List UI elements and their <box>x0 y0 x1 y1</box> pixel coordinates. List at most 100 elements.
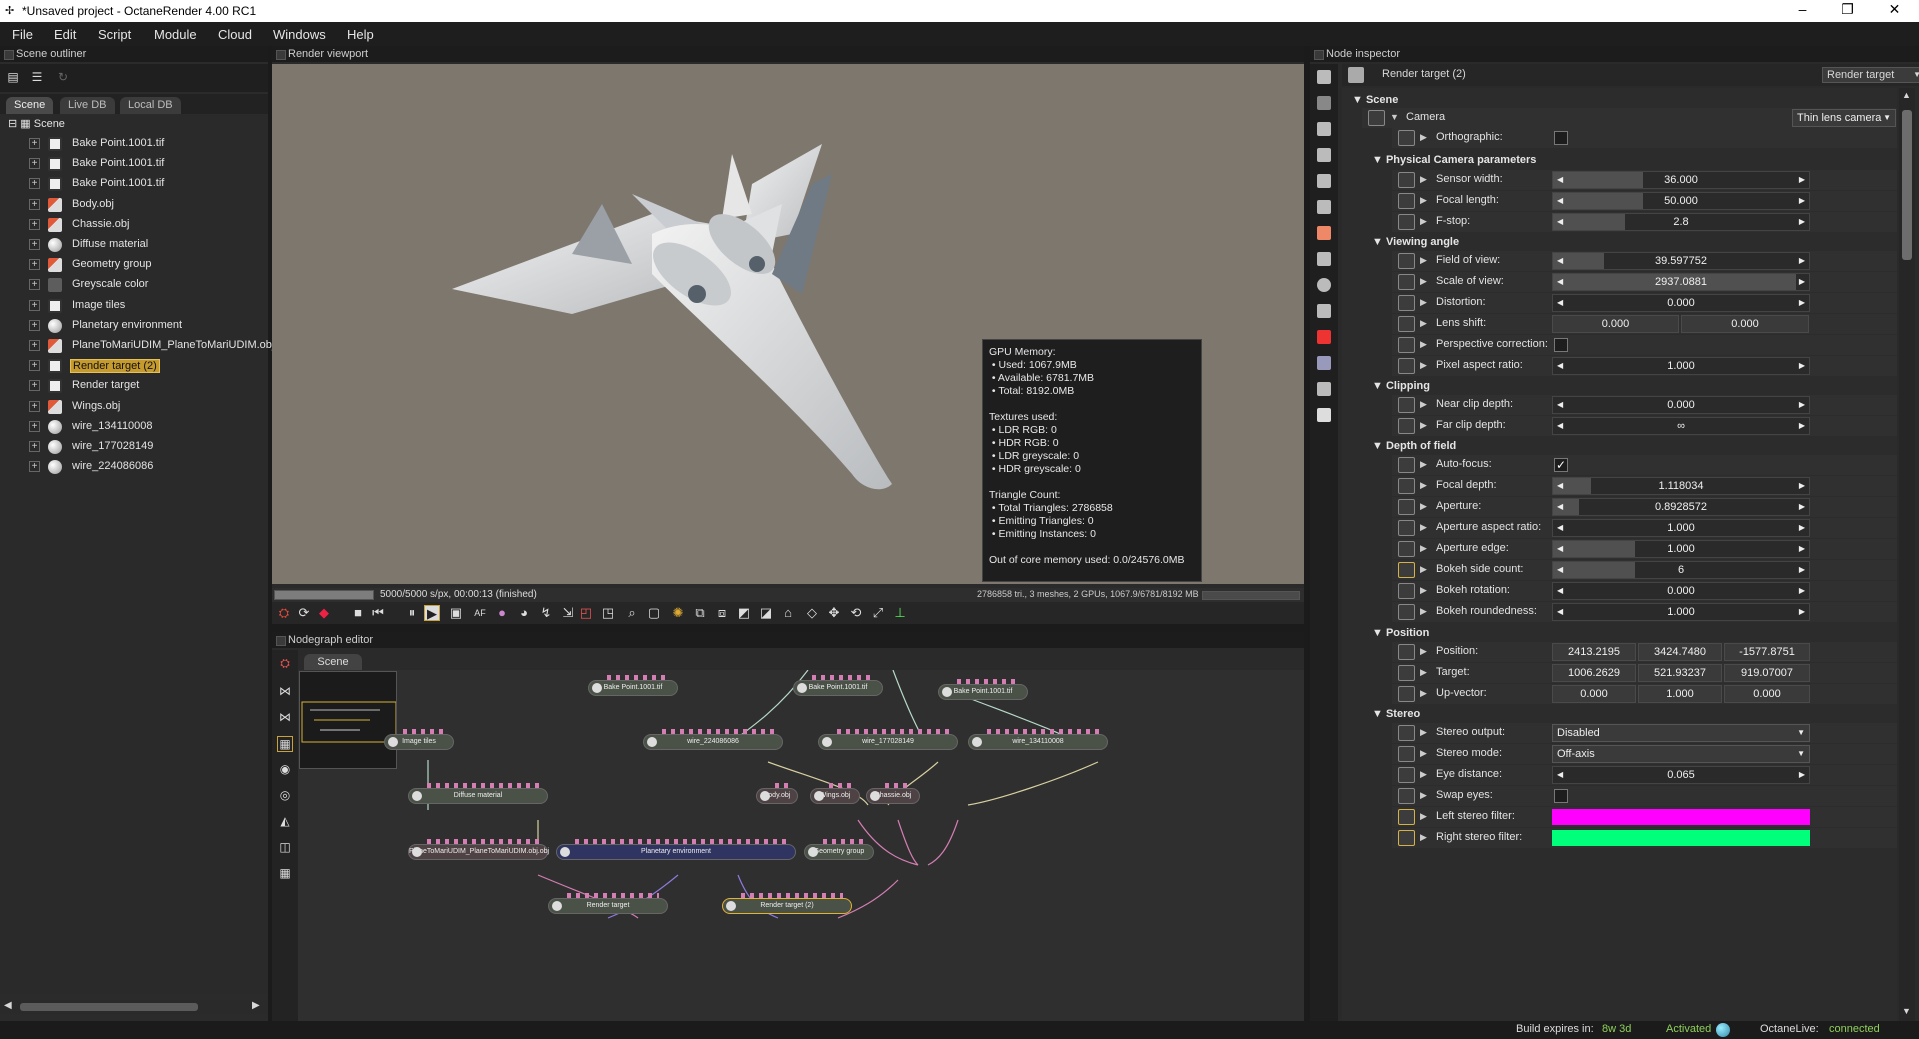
tree-item[interactable]: + Chassie.obj <box>0 215 268 235</box>
expand-icon[interactable]: ▶ <box>1420 811 1427 822</box>
rotate-icon[interactable]: ⟲ <box>848 605 864 621</box>
graph-node[interactable]: Diffuse material <box>408 783 548 804</box>
pause-icon[interactable]: ⏸ <box>404 605 420 621</box>
value-slider[interactable]: ◀ 2.8 ▶ <box>1552 213 1810 231</box>
menu-help[interactable]: Help <box>347 27 374 42</box>
menu-edit[interactable]: Edit <box>54 27 76 42</box>
node-input-pins[interactable] <box>823 839 865 844</box>
expand-icon[interactable]: ▶ <box>1420 832 1427 843</box>
graph-node[interactable]: wire_177028149 <box>818 729 958 750</box>
decrement-icon[interactable]: ◀ <box>1557 767 1563 783</box>
tree-item[interactable]: + Render target (2) <box>0 356 268 376</box>
expand-icon[interactable]: + <box>29 420 40 432</box>
decrement-icon[interactable]: ◀ <box>1557 478 1563 494</box>
af-icon[interactable]: AF <box>472 605 488 621</box>
decrement-icon[interactable]: ◀ <box>1557 193 1563 209</box>
pin-type-icon[interactable] <box>1398 214 1415 230</box>
decrement-icon[interactable]: ◀ <box>1557 418 1563 434</box>
increment-icon[interactable]: ▶ <box>1799 397 1805 413</box>
value-slider[interactable]: ◀ 0.000 ▶ <box>1552 396 1810 414</box>
render-layer-icon[interactable] <box>1317 330 1331 344</box>
expand-icon[interactable]: ▶ <box>1420 399 1427 410</box>
value-z-field[interactable]: -1577.8751 <box>1724 643 1810 661</box>
close-button[interactable]: ✕ <box>1872 1 1917 21</box>
node-input-pins[interactable] <box>607 675 669 680</box>
node-input-pins[interactable] <box>837 729 949 734</box>
expand-icon[interactable]: ▼ <box>1390 112 1399 122</box>
layout-icon[interactable]: ⋈ <box>277 684 293 700</box>
expand-icon[interactable]: ▶ <box>1420 318 1427 329</box>
mesh-icon[interactable] <box>1317 226 1331 240</box>
expand-icon[interactable]: ▶ <box>1420 606 1427 617</box>
collapse-icon[interactable]: ☰ <box>30 70 44 84</box>
outliner-horizontal-scrollbar[interactable]: ◀ ▶ <box>0 1000 268 1014</box>
graph-node[interactable]: Bake Point.1001.tif <box>938 679 1028 700</box>
kernel-icon[interactable] <box>1317 252 1331 266</box>
nodegraph-canvas[interactable]: Bake Point.1001.tif Bake Point.1001.tif Ba… <box>298 670 1304 1021</box>
texture-node-icon[interactable]: ◎ <box>277 788 293 804</box>
graph-node[interactable]: Planetary environment <box>556 839 796 860</box>
color-swatch[interactable] <box>1552 830 1810 846</box>
pin-type-icon[interactable] <box>1398 562 1415 578</box>
pin-type-icon[interactable] <box>1398 830 1415 846</box>
environment-icon[interactable] <box>1317 200 1331 214</box>
value-x-field[interactable]: 1006.2629 <box>1552 664 1636 682</box>
expand-icon[interactable]: ▶ <box>1420 420 1427 431</box>
arrange-icon[interactable]: ⋈ <box>277 710 293 726</box>
menu-cloud[interactable]: Cloud <box>218 27 252 42</box>
decrement-icon[interactable]: ◀ <box>1557 172 1563 188</box>
section-scene[interactable]: ▼ Scene <box>1352 94 1398 106</box>
expand-icon[interactable]: + <box>29 380 40 392</box>
increment-icon[interactable]: ▶ <box>1799 253 1805 269</box>
increment-icon[interactable]: ▶ <box>1799 604 1805 620</box>
menu-module[interactable]: Module <box>154 27 197 42</box>
render-node-icon[interactable]: ⛭ <box>277 656 293 672</box>
pin-type-icon[interactable] <box>1398 499 1415 515</box>
select-dropdown[interactable]: Off-axis ▼ <box>1552 745 1810 763</box>
menu-windows[interactable]: Windows <box>273 27 326 42</box>
copy-icon[interactable]: ⧉ <box>692 605 708 621</box>
tree-item[interactable]: + PlaneToMariUDIM_PlaneToMariUDIM.obj <box>0 336 274 356</box>
value-slider[interactable]: ◀ 6 ▶ <box>1552 561 1810 579</box>
film-region-icon[interactable]: ◳ <box>600 605 616 621</box>
section-physical[interactable]: ▼ Physical Camera parameters <box>1372 154 1536 166</box>
value-x-field[interactable]: 0.000 <box>1552 315 1679 333</box>
clock-icon[interactable] <box>1317 278 1331 292</box>
pin-type-icon[interactable] <box>1398 478 1415 494</box>
pin-type-icon[interactable] <box>1398 746 1415 762</box>
image-icon[interactable] <box>1317 122 1331 136</box>
expand-icon[interactable]: ▶ <box>1420 769 1427 780</box>
expand-icon[interactable]: ▶ <box>1420 522 1427 533</box>
pin-type-icon[interactable] <box>1398 337 1415 353</box>
value-slider[interactable]: ◀ 36.000 ▶ <box>1552 171 1810 189</box>
graph-node[interactable]: wire_224086086 <box>643 729 783 750</box>
expand-icon[interactable]: ▶ <box>1420 195 1427 206</box>
expand-icon[interactable]: + <box>29 178 40 190</box>
expand-icon[interactable]: ▶ <box>1420 585 1427 596</box>
decal-icon[interactable]: ✺ <box>670 605 686 621</box>
pin-type-icon[interactable] <box>1398 644 1415 660</box>
color-swatch[interactable] <box>1552 809 1810 825</box>
scrollbar-thumb[interactable] <box>1902 110 1912 260</box>
decrement-icon[interactable]: ◀ <box>1557 604 1563 620</box>
expand-icon[interactable]: + <box>29 319 40 331</box>
expand-icon[interactable]: ▶ <box>1420 216 1427 227</box>
expand-icon[interactable]: ▶ <box>1420 459 1427 470</box>
node-input-pins[interactable] <box>403 729 445 734</box>
pin-type-icon[interactable] <box>1398 583 1415 599</box>
expand-icon[interactable]: ▶ <box>1420 748 1427 759</box>
move-icon[interactable]: ✥ <box>826 605 842 621</box>
expand-icon[interactable]: ▶ <box>1420 646 1427 657</box>
pin-type-icon[interactable] <box>1398 604 1415 620</box>
expand-icon[interactable]: ▶ <box>1420 339 1427 350</box>
expand-all-icon[interactable]: ▤ <box>6 70 20 84</box>
tree-item[interactable]: + Image tiles <box>0 296 268 316</box>
node-input-pins[interactable] <box>567 893 659 898</box>
increment-icon[interactable]: ▶ <box>1799 274 1805 290</box>
lock-icon[interactable]: ⌂ <box>780 605 796 621</box>
pin-type-icon[interactable] <box>1398 809 1415 825</box>
increment-icon[interactable]: ▶ <box>1799 767 1805 783</box>
value-x-field[interactable]: 2413.2195 <box>1552 643 1636 661</box>
expand-icon[interactable]: ▶ <box>1420 255 1427 266</box>
pin-type-icon[interactable] <box>1398 397 1415 413</box>
